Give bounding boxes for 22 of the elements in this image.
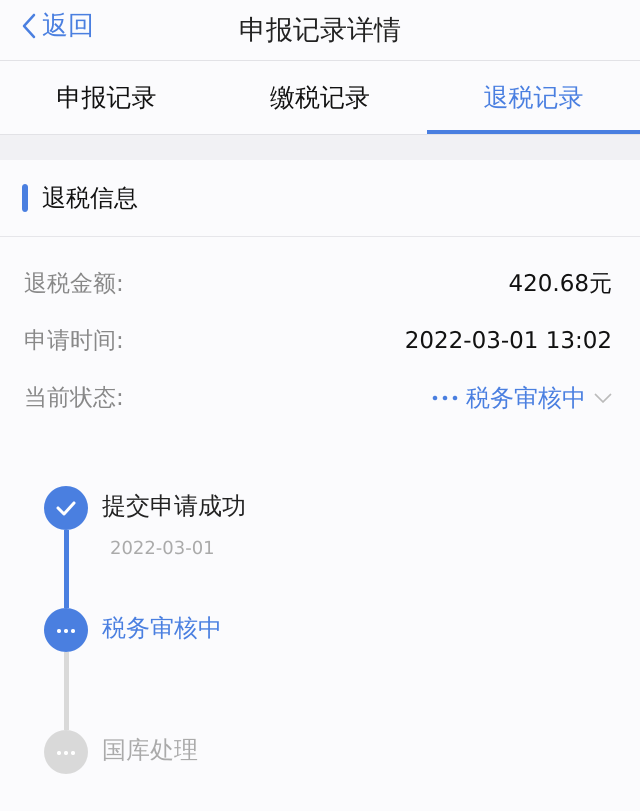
accent-bar — [22, 184, 28, 212]
dots-circle-icon — [44, 608, 88, 652]
chevron-down-icon — [594, 392, 612, 402]
step-date: 2022-03-01 — [110, 538, 216, 559]
step-title: 税务审核中 — [102, 613, 222, 644]
back-button[interactable]: 返回 — [22, 8, 94, 43]
tab[interactable]: 申报记录 — [0, 61, 214, 134]
status-dropdown[interactable]: 税务审核中 — [432, 382, 612, 414]
check-circle-icon — [44, 486, 88, 530]
section-title: 退税信息 — [42, 183, 138, 214]
field-label: 当前状态: — [24, 384, 124, 413]
step-title: 国库处理 — [102, 735, 198, 766]
field-value: 2022-03-01 13:02 — [404, 328, 612, 354]
field-label: 退税金额: — [24, 270, 124, 299]
field-value: 420.68元 — [508, 270, 612, 299]
step-title: 提交申请成功 — [102, 491, 246, 522]
dots-circle-icon — [44, 730, 88, 774]
back-icon — [22, 12, 36, 38]
dots-icon — [432, 394, 458, 400]
page-title: 申报记录详情 — [239, 14, 401, 48]
field-label: 申请时间: — [24, 327, 124, 356]
tab[interactable]: 缴税记录 — [213, 61, 427, 134]
